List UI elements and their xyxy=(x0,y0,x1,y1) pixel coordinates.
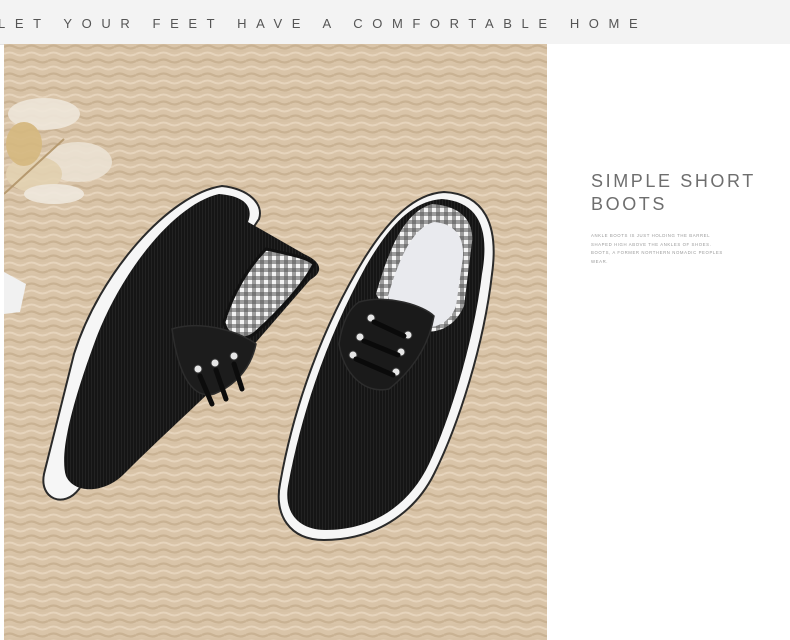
banner-slogan: LET YOUR FEET HAVE A COMFORTABLE HOME xyxy=(0,16,648,31)
top-banner: LET YOUR FEET HAVE A COMFORTABLE HOME xyxy=(0,0,790,45)
product-photo xyxy=(4,44,547,640)
product-description: Ankle boots is just holding the barrel s… xyxy=(591,233,723,264)
product-info-panel: SIMPLE SHORT BOOTS Ankle boots is just h… xyxy=(547,44,790,640)
heading-line-2: BOOTS xyxy=(591,194,668,214)
heading-line-1: SIMPLE SHORT xyxy=(591,171,756,191)
product-heading: SIMPLE SHORT BOOTS xyxy=(591,170,781,216)
